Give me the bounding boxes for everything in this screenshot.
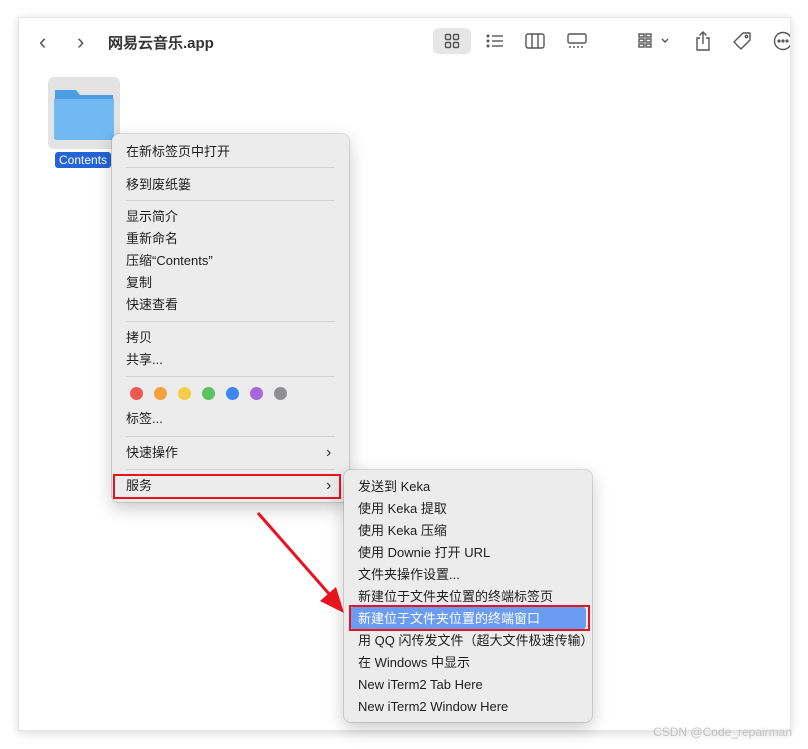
watermark: CSDN @Code_repairman <box>653 725 792 739</box>
annotation-arrow-icon <box>256 512 344 613</box>
